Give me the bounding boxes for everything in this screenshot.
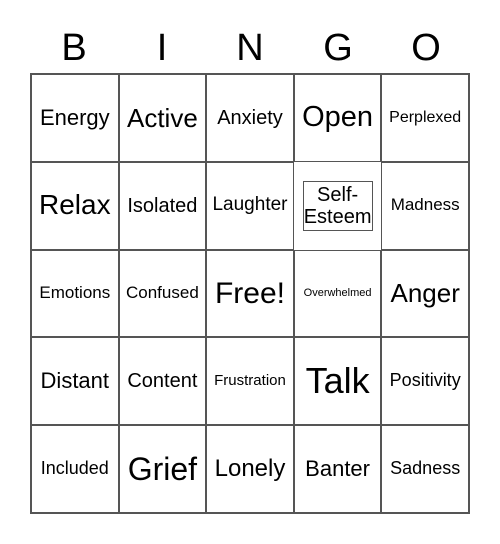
bingo-cell[interactable]: Content [118, 337, 207, 426]
bingo-cell[interactable]: Relax [31, 161, 119, 250]
bingo-cell[interactable]: Madness [381, 161, 469, 250]
bingo-cell[interactable]: Energy [31, 74, 119, 162]
bingo-cell[interactable]: Grief [118, 425, 207, 513]
bingo-header: B I N G O [30, 24, 470, 72]
bingo-cell[interactable]: Confused [118, 249, 207, 338]
bingo-cell[interactable]: Talk [293, 337, 382, 426]
bingo-cell[interactable]: Active [118, 74, 207, 162]
bingo-cell[interactable]: Distant [31, 337, 119, 426]
bingo-grid: Energy Active Anxiety Open Perplexed Relax Iso… [30, 73, 470, 514]
bingo-cell[interactable]: Positivity [381, 337, 469, 426]
bingo-cell[interactable]: Perplexed [381, 74, 469, 162]
header-letter-g: G [323, 27, 353, 69]
bingo-cell[interactable]: Open [293, 74, 382, 162]
header-letter-b: B [61, 27, 87, 69]
header-letter-n: N [236, 27, 264, 69]
bingo-cell[interactable]: Lonely [206, 425, 294, 513]
bingo-cell[interactable]: Emotions [31, 249, 119, 338]
bingo-cell[interactable]: Isolated [118, 161, 207, 250]
bingo-cell[interactable]: Free! [206, 249, 294, 338]
bingo-cell[interactable]: Anger [381, 249, 469, 338]
bingo-cell[interactable]: Laughter [206, 161, 294, 250]
bingo-cell[interactable]: Included [31, 425, 119, 513]
bingo-cell[interactable]: Overwhelmed [293, 249, 382, 338]
header-letter-i: I [156, 27, 168, 69]
bingo-cell[interactable]: Self-Esteem [302, 180, 373, 231]
bingo-cell[interactable]: Banter [293, 425, 382, 513]
header-letter-o: O [411, 27, 441, 69]
bingo-cell[interactable]: Frustration [206, 337, 294, 426]
bingo-cell[interactable]: Anxiety [206, 74, 294, 162]
bingo-cell[interactable]: Sadness [381, 425, 469, 513]
